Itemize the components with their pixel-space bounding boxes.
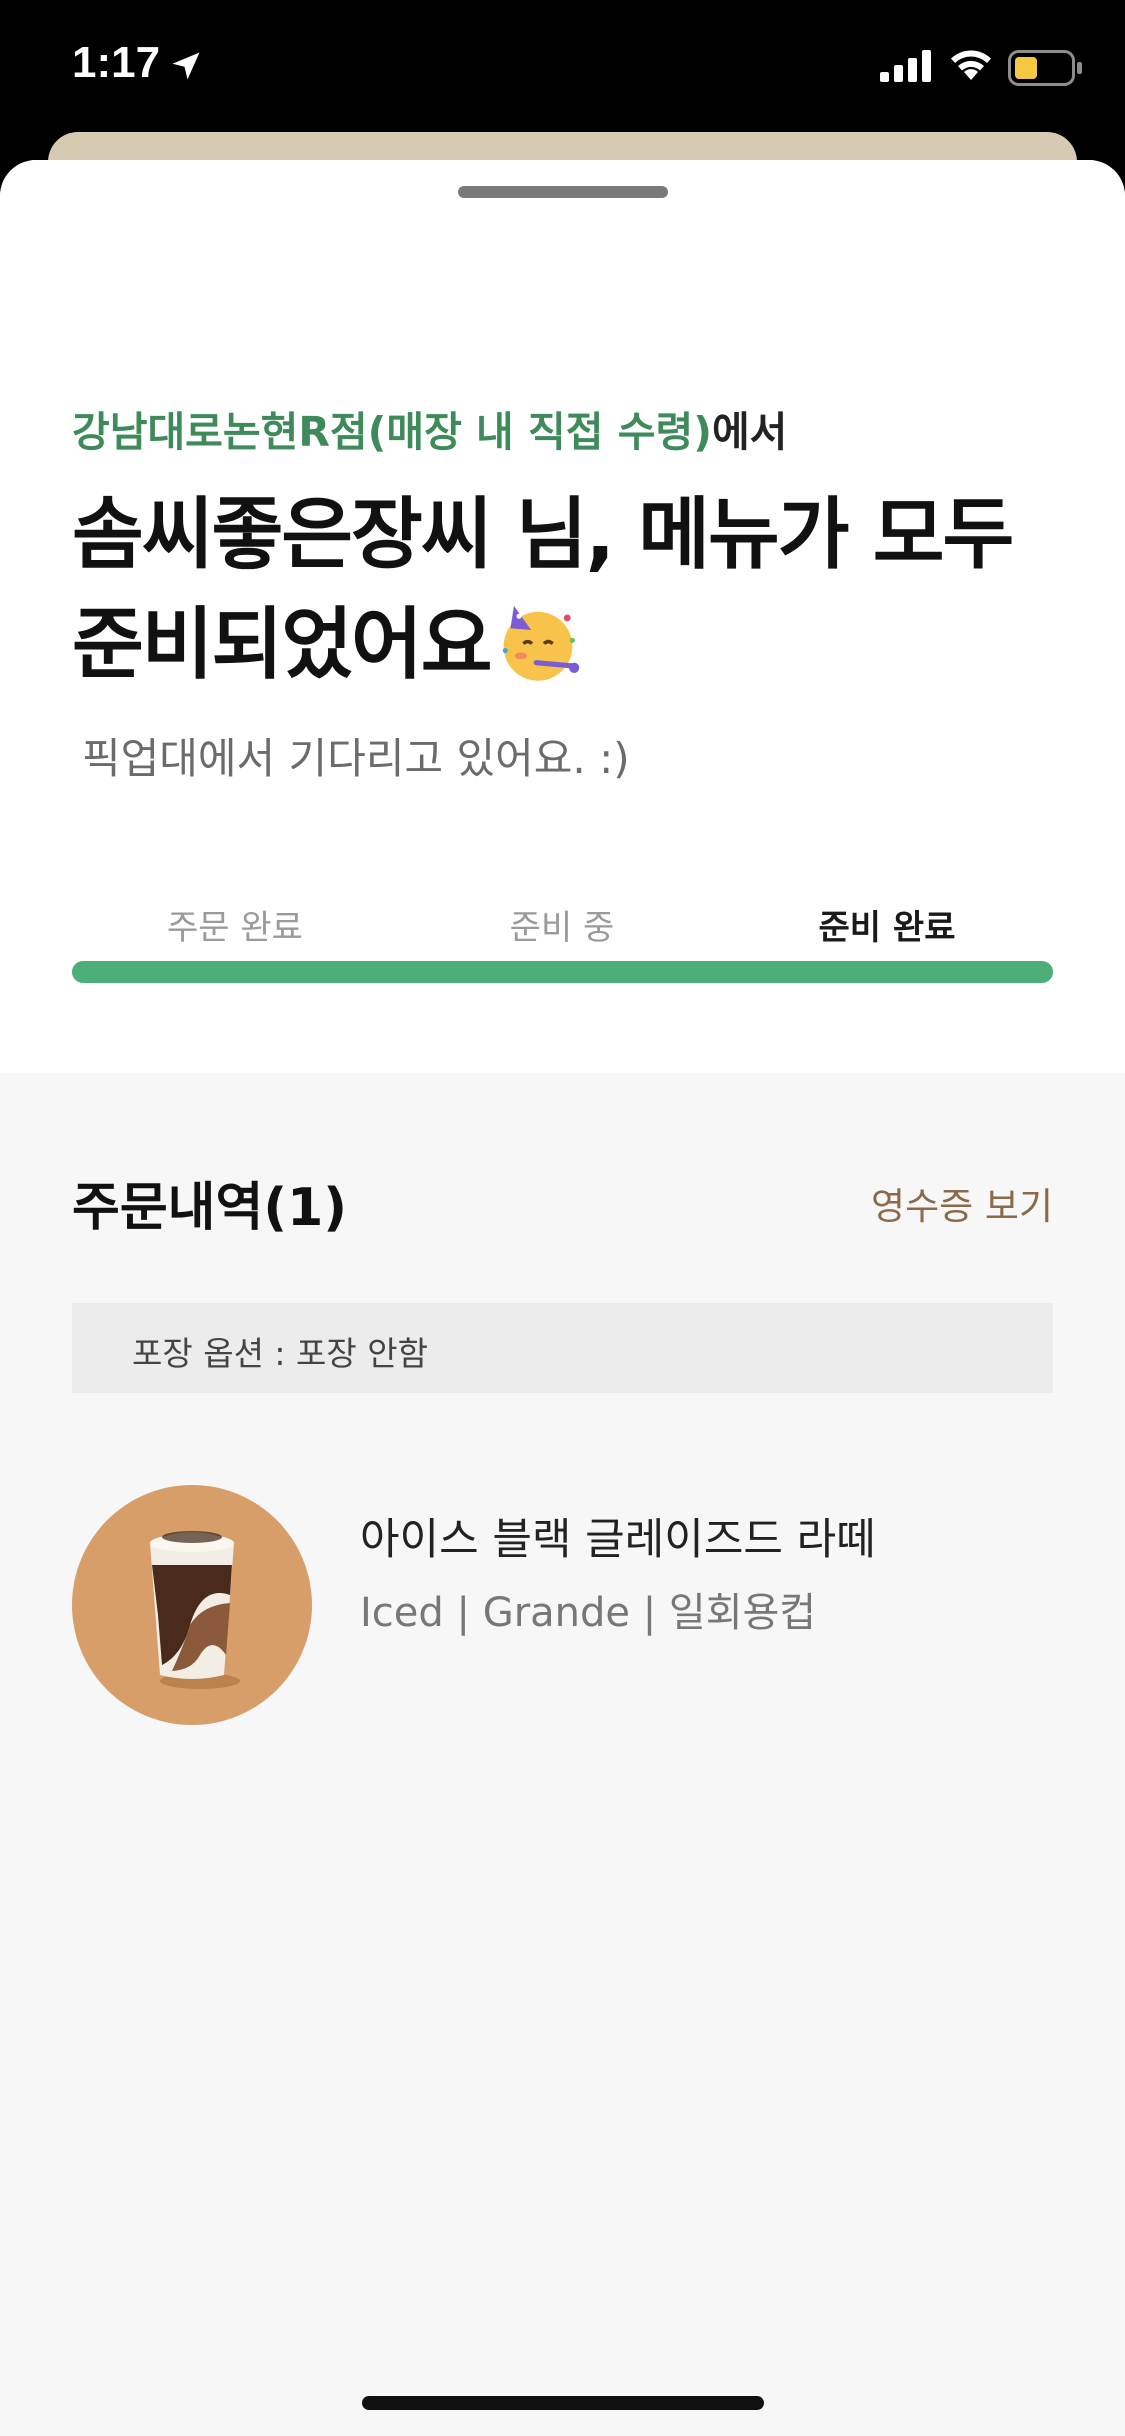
- order-status-sheet[interactable]: 강남대로논현R점(매장 내 직접 수령)에서 솜씨좋은장씨 님, 메뉴가 모두 …: [0, 160, 1125, 2436]
- sheet-grabber[interactable]: [458, 186, 668, 198]
- packaging-option-box: 포장 옵션 : 포장 안함: [72, 1303, 1053, 1393]
- status-bar: 1:17: [0, 0, 1125, 140]
- home-indicator[interactable]: [362, 2396, 764, 2410]
- iced-latte-icon: [72, 1485, 312, 1725]
- step-preparing: 준비 중: [509, 908, 615, 948]
- headline-line-2: 준비되었어요: [72, 590, 1072, 700]
- store-suffix: 에서: [711, 408, 788, 456]
- list-item[interactable]: 아이스 블랙 글레이즈드 라떼 Iced | Grande | 일회용컵: [72, 1485, 1053, 1725]
- order-history-title: 주문내역(1): [72, 1178, 348, 1238]
- progress-fill: [72, 961, 1053, 983]
- location-arrow-icon: [172, 52, 200, 80]
- order-status-header: 강남대로논현R점(매장 내 직접 수령)에서 솜씨좋은장씨 님, 메뉴가 모두 …: [0, 160, 1125, 1073]
- store-line: 강남대로논현R점(매장 내 직접 수령)에서: [72, 398, 787, 458]
- step-order-complete: 주문 완료: [167, 908, 303, 948]
- pickup-subtext: 픽업대에서 기다리고 있어요. :): [82, 734, 630, 783]
- item-detail: Iced | Grande | 일회용컵: [360, 1590, 817, 1636]
- step-ready: 준비 완료: [818, 908, 956, 948]
- status-time: 1:17: [72, 38, 161, 87]
- headline-line-2-text: 준비되었어요: [72, 600, 493, 690]
- packaging-option-text: 포장 옵션 : 포장 안함: [132, 1334, 428, 1373]
- wifi-icon: [951, 50, 991, 80]
- page-title: 솜씨좋은장씨 님, 메뉴가 모두 준비되었어요: [72, 480, 1072, 700]
- item-name: 아이스 블랙 글레이즈드 라떼: [360, 1515, 876, 1565]
- cellular-signal-icon: [880, 50, 931, 82]
- battery-icon: [1008, 50, 1082, 86]
- progress-bar: [72, 961, 1053, 983]
- headline-line-1: 솜씨좋은장씨 님, 메뉴가 모두: [72, 490, 1014, 580]
- partying-face-icon: [502, 605, 579, 681]
- store-name: 강남대로논현R점(매장 내 직접 수령): [72, 408, 712, 456]
- view-receipt-link[interactable]: 영수증 보기: [871, 1176, 1053, 1230]
